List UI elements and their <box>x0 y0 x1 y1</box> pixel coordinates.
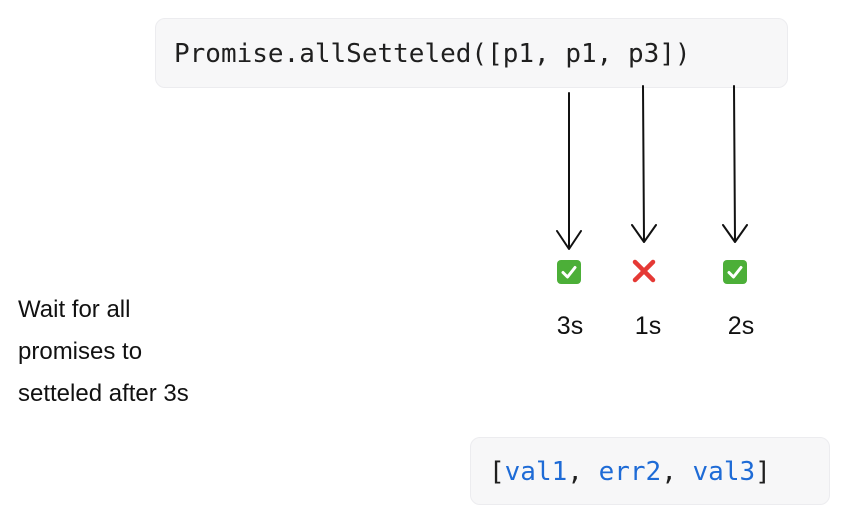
note-line: Wait for all <box>18 296 131 323</box>
arrow-p1 <box>556 92 582 250</box>
arrow-p3 <box>722 85 748 243</box>
result-value: err2 <box>598 457 662 487</box>
timing-label: 2s <box>727 312 755 340</box>
check-mark-button-icon <box>557 260 581 284</box>
check-mark-button-icon <box>723 260 747 284</box>
cross-mark-icon <box>632 259 656 283</box>
timing-label: 3s <box>556 312 584 340</box>
result-value: val3 <box>692 457 756 487</box>
explanation-note: Wait for all promises to setteled after … <box>18 289 278 415</box>
timing-label: 1s <box>634 312 662 340</box>
separator: , <box>567 457 599 487</box>
open-bracket: [ <box>489 457 505 487</box>
result-array-snippet: [val1, err2, val3] <box>470 437 830 505</box>
result-value: val1 <box>504 457 568 487</box>
note-line: promises to <box>18 338 143 365</box>
separator: , <box>661 457 693 487</box>
close-bracket: ] <box>755 457 771 487</box>
arrow-p2 <box>631 85 657 243</box>
note-line: setteled after 3s <box>18 380 189 407</box>
